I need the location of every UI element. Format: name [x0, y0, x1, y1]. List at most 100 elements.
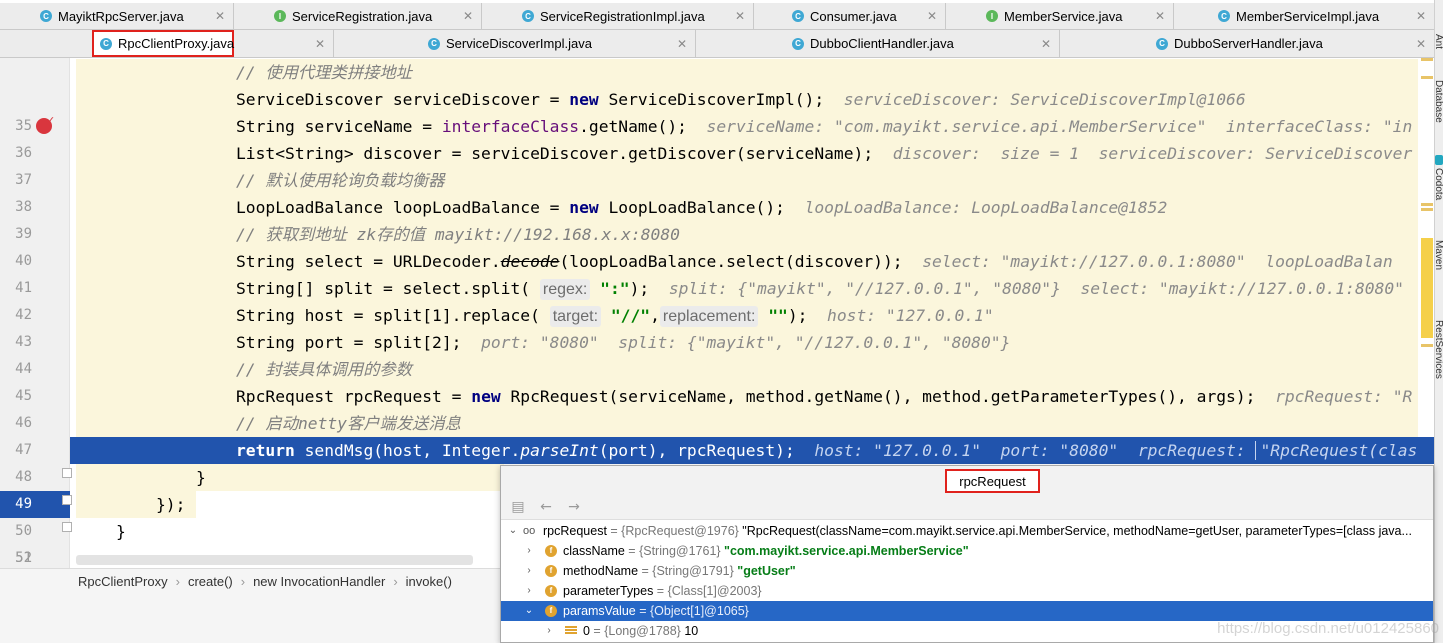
- popup-title-bar[interactable]: rpcRequest: [501, 466, 1433, 494]
- code-line-42[interactable]: 42 String select = URLDecoder.decode(loo…: [15, 248, 1434, 323]
- code-line-44[interactable]: 44 String host = split[1].replace( targe…: [15, 302, 1434, 377]
- code-line-48[interactable]: 48 // 启动netty客户端发送消息: [15, 410, 1434, 485]
- tab-label: MemberService.java: [1004, 8, 1123, 24]
- tab-label: MemberServiceImpl.java: [1236, 8, 1380, 24]
- debug-inline-value: port: "8080" split: {"mayikt", "//127.0.…: [481, 333, 1011, 352]
- close-icon[interactable]: ✕: [1041, 37, 1051, 51]
- debug-panel-background: [0, 594, 500, 643]
- line-number: 37: [15, 172, 32, 188]
- line-number: 49: [0, 491, 70, 518]
- back-arrow-icon[interactable]: ←: [537, 499, 555, 515]
- line-number: 45: [15, 388, 32, 404]
- chevron-down-icon[interactable]: ⌄: [523, 601, 535, 621]
- chevron-right-icon[interactable]: ›: [523, 581, 535, 601]
- fold-marker-icon[interactable]: [62, 468, 72, 478]
- tab-consumer[interactable]: C Consumer.java ✕: [786, 3, 946, 29]
- code-line-38[interactable]: 38 List<String> discover = serviceDiscov…: [15, 140, 1434, 215]
- tree-row-rpc-request[interactable]: ⌄ oo rpcRequest = {RpcRequest@1976} "Rpc…: [501, 521, 1433, 541]
- editor-scroll-thumb[interactable]: [1421, 238, 1433, 338]
- close-icon[interactable]: ✕: [1416, 9, 1426, 23]
- chevron-right-icon[interactable]: ›: [523, 561, 535, 581]
- close-icon[interactable]: ✕: [677, 37, 687, 51]
- field-icon: f: [545, 605, 557, 617]
- horizontal-scrollbar[interactable]: [76, 555, 473, 565]
- code-line-40[interactable]: 40 LoopLoadBalance loopLoadBalance = new…: [15, 194, 1434, 269]
- tab-label: ServiceRegistration.java: [292, 8, 433, 24]
- tree-row-parameter-types[interactable]: › f parameterTypes = {Class[1]@2003}: [501, 581, 1433, 601]
- line-number: 38: [15, 199, 32, 215]
- variable-inspect-popup[interactable]: rpcRequest ▤ ← → ⌄ oo rpcRequest = {RpcR…: [500, 465, 1434, 643]
- code-line-49-execution-point[interactable]: 49 return sendMsg(host, Integer.parseInt…: [0, 437, 1434, 518]
- tab-dubbo-server-handler[interactable]: C DubboServerHandler.java ✕: [1150, 30, 1434, 57]
- chevron-right-icon[interactable]: ›: [523, 541, 535, 561]
- breadcrumb-item[interactable]: create(): [188, 574, 233, 589]
- tree-row-class-name[interactable]: › f className = {String@1761} "com.mayik…: [501, 541, 1433, 561]
- breadcrumb-item[interactable]: new InvocationHandler: [253, 574, 385, 589]
- code-line-45[interactable]: 45 String port = split[2]; port: "8080" …: [15, 329, 1434, 404]
- line-number: 50: [15, 523, 32, 539]
- tab-dubbo-client-handler[interactable]: C DubboClientHandler.java ✕: [786, 30, 1060, 57]
- tool-window-restservices[interactable]: RestServices: [1433, 320, 1443, 379]
- debug-inline-value: "RpcRequest(clas: [1255, 441, 1418, 460]
- tab-label: MayiktRpcServer.java: [58, 8, 184, 24]
- tab-label: ServiceRegistrationImpl.java: [540, 8, 705, 24]
- close-icon[interactable]: ✕: [1155, 9, 1165, 23]
- tab-service-discover-impl[interactable]: C ServiceDiscoverImpl.java ✕: [422, 30, 696, 57]
- debug-inline-value: serviceDiscover: ServiceDiscoverImpl@106…: [843, 90, 1246, 109]
- tab-member-service[interactable]: I MemberService.java ✕: [980, 3, 1174, 29]
- java-class-icon: C: [1156, 37, 1168, 50]
- breadcrumb-item[interactable]: RpcClientProxy: [78, 574, 168, 589]
- code-comment: // 启动netty客户端发送消息: [236, 414, 461, 433]
- code-line-37[interactable]: 37 String serviceName = interfaceClass.g…: [15, 113, 1434, 188]
- chevron-right-icon[interactable]: ›: [543, 621, 555, 641]
- right-tool-strip: Ant Database Codota Maven RestServices: [1433, 0, 1443, 643]
- code-line-47[interactable]: 47 RpcRequest rpcRequest = new RpcReques…: [15, 383, 1434, 458]
- tab-label: ServiceDiscoverImpl.java: [446, 36, 592, 51]
- tab-label: Consumer.java: [810, 8, 897, 24]
- code-line-35[interactable]: 35 // 使用代理类拼接地址: [15, 59, 1434, 134]
- close-icon[interactable]: ✕: [463, 9, 473, 23]
- code-line-39[interactable]: 39 // 默认使用轮询负载均衡器: [15, 167, 1434, 242]
- tab-service-registration[interactable]: I ServiceRegistration.java ✕: [268, 3, 482, 29]
- line-number: 41: [15, 280, 32, 296]
- code-line-43[interactable]: 43 String[] split = select.split( regex:…: [15, 275, 1434, 350]
- code-text: }: [116, 522, 126, 541]
- tool-window-database[interactable]: Database: [1433, 80, 1443, 123]
- tab-label: RpcClientProxy.java: [118, 36, 235, 51]
- chevron-down-icon[interactable]: ⌄: [507, 521, 519, 541]
- popup-title: rpcRequest: [945, 469, 1040, 493]
- debug-inline-value: select: "mayikt://127.0.0.1:8080" loopLo…: [922, 252, 1393, 271]
- tab-service-registration-impl[interactable]: C ServiceRegistrationImpl.java ✕: [516, 3, 754, 29]
- tab-mayikt-rpc-server[interactable]: C MayiktRpcServer.java ✕: [34, 3, 234, 29]
- fold-marker-icon[interactable]: [62, 495, 72, 505]
- chevron-right-icon: ›: [175, 574, 180, 589]
- close-icon[interactable]: ✕: [315, 37, 325, 51]
- code-text: String port = split[2]; port: "8080" spl…: [236, 333, 1011, 352]
- tool-window-codota[interactable]: Codota: [1433, 168, 1443, 200]
- close-icon[interactable]: ✕: [215, 9, 225, 23]
- close-icon[interactable]: ✕: [735, 9, 745, 23]
- breadcrumb-item[interactable]: invoke(): [406, 574, 452, 589]
- code-text: List<String> discover = serviceDiscover.…: [236, 144, 1413, 163]
- code-text: String select = URLDecoder.decode(loopLo…: [236, 252, 1393, 271]
- forward-arrow-icon[interactable]: →: [565, 499, 583, 515]
- tab-rpc-client-proxy[interactable]: C RpcClientProxy.java: [92, 30, 234, 57]
- code-line-36[interactable]: 36 ServiceDiscover serviceDiscover = new…: [15, 86, 1434, 161]
- debug-inline-value: host: "127.0.0.1" port: "8080" rpcReques…: [814, 441, 1256, 460]
- tool-window-ant[interactable]: Ant: [1433, 34, 1443, 49]
- tab-label: DubboServerHandler.java: [1174, 36, 1323, 51]
- tree-row-params-value[interactable]: ⌄ f paramsValue = {Object[1]@1065}: [501, 601, 1433, 621]
- code-line-41[interactable]: 41 // 获取到地址 zk存的值 mayikt://192.168.x.x:8…: [15, 221, 1434, 296]
- close-icon[interactable]: ✕: [927, 9, 937, 23]
- tab-member-service-impl[interactable]: C MemberServiceImpl.java ✕: [1212, 3, 1434, 29]
- code-line-46[interactable]: 46 // 封装具体调用的参数: [15, 356, 1434, 431]
- close-icon[interactable]: ✕: [1416, 37, 1426, 51]
- java-interface-icon: I: [986, 10, 998, 22]
- navigate-icon[interactable]: ▤: [509, 499, 527, 515]
- fold-marker-icon[interactable]: [62, 522, 72, 532]
- tree-row-method-name[interactable]: › f methodName = {String@1791} "getUser": [501, 561, 1433, 581]
- debug-inline-value: discover: size = 1 serviceDiscover: Serv…: [892, 144, 1413, 163]
- tool-window-maven[interactable]: Maven: [1433, 240, 1443, 270]
- java-class-icon: C: [522, 10, 534, 22]
- code-text: });: [156, 495, 186, 514]
